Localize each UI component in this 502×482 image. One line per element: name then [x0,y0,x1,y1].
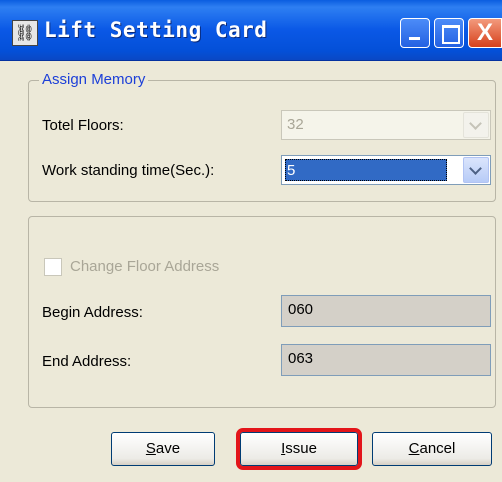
lift-setting-dialog: ⛓ Lift Setting Card X Assign Memory Tote… [0,0,502,482]
total-floors-select[interactable]: 32 [281,110,491,140]
maximize-button[interactable] [434,18,464,48]
minimize-icon [409,37,420,40]
window-title: Lift Setting Card [44,18,268,42]
issue-button[interactable]: Issue [236,428,362,470]
total-floors-label: Totel Floors: [42,117,124,134]
total-floors-value: 32 [287,116,304,133]
maximize-icon [442,25,460,44]
standing-time-value: 5 [287,162,296,179]
issue-label: ssue [285,440,317,457]
change-floor-address-checkbox[interactable] [44,258,62,276]
assign-memory-legend: Assign Memory [39,71,149,88]
change-floor-address-label: Change Floor Address [70,258,220,275]
close-button[interactable]: X [468,18,502,48]
cancel-accel-letter: C [408,440,420,457]
save-button[interactable]: Save [111,432,215,466]
lift-app-icon: ⛓ [12,20,38,46]
cancel-button[interactable]: Cancel [372,432,492,466]
standing-time-label: Work standing time(Sec.): [42,162,215,179]
chevron-down-icon [469,162,482,175]
chevron-down-icon [469,117,482,130]
end-address-field[interactable]: 063 [281,344,491,376]
standing-time-selection: 5 [285,159,447,181]
save-label: ave [155,440,181,457]
begin-address-field[interactable]: 060 [281,295,491,327]
title-bar[interactable]: ⛓ Lift Setting Card X [0,0,502,61]
close-icon: X [476,19,493,46]
save-accel-letter: S [145,440,156,457]
cancel-label: ancel [419,440,456,457]
total-floors-dropdown-button[interactable] [463,112,489,138]
minimize-button[interactable] [400,18,430,48]
end-address-label: End Address: [42,353,132,370]
standing-time-select[interactable]: 5 [281,155,491,185]
begin-address-label: Begin Address: [42,304,143,321]
standing-time-dropdown-button[interactable] [463,157,489,183]
